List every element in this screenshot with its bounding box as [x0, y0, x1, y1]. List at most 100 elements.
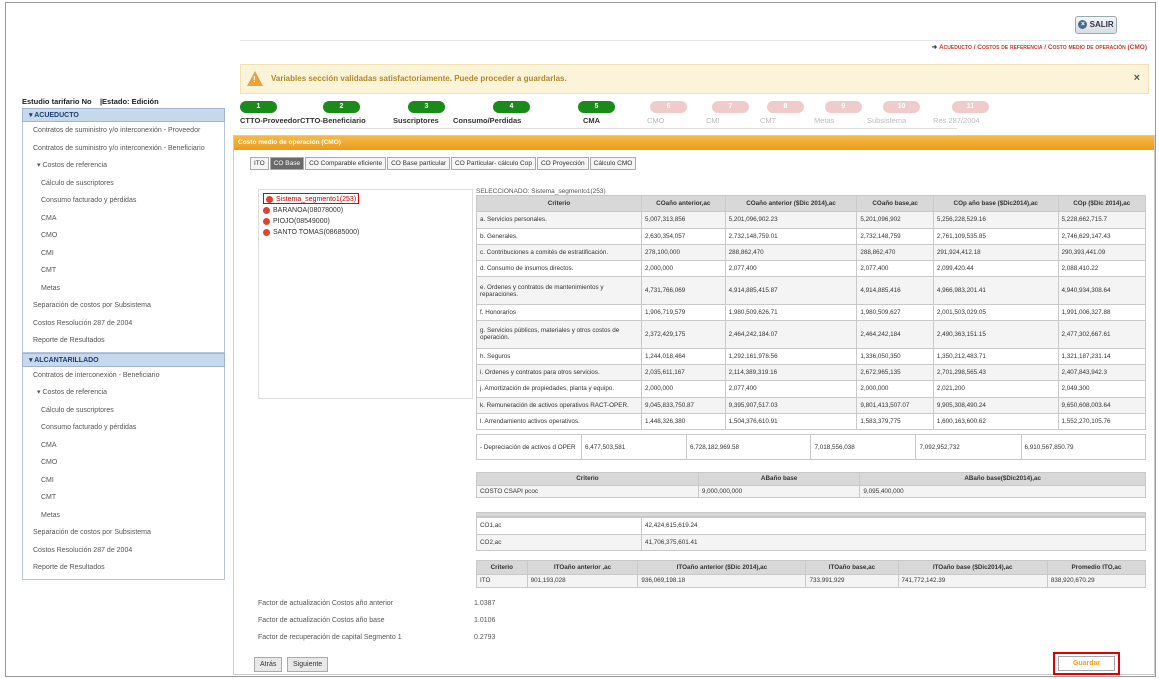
cell-value: 2,114,389,319.16 — [724, 363, 858, 382]
step-2-marker[interactable]: 2 — [323, 101, 360, 113]
sidebar-item-consumo-facturado-y-perdidas[interactable]: Consumo facturado y pérdidas — [23, 419, 224, 437]
table-row: CO1,ac 42,424,615,619.24 — [476, 517, 1146, 535]
table-header-row: Criterio ABaño base ABaño base($Dic2014),a… — [476, 472, 1146, 486]
sidebar-item-cmt[interactable]: CMT — [23, 489, 224, 507]
step-consumo-perdidas-label[interactable]: Consumo/Perdidas — [453, 116, 521, 125]
table-row: CO2,ac 41,706,375,601.41 — [476, 533, 1146, 551]
chevron-down-icon: ▾ — [29, 356, 33, 364]
sidebar-item-separacion-de-costos-por-subsistema[interactable]: Separación de costos por Subsistema — [23, 524, 224, 542]
row-criterio: k. Remuneración de activos operativos RA… — [476, 396, 642, 414]
tab-calculo-cmo[interactable]: Cálculo CMO — [589, 157, 637, 170]
cell-value: 2,761,109,535.85 — [932, 227, 1059, 245]
cell-value: 2,035,611,167 — [641, 363, 726, 382]
cell-value: 1,991,006,327.88 — [1057, 303, 1147, 322]
tree-node[interactable]: BARANOA(08078000) — [263, 205, 468, 216]
column-header: Promedio ITO,ac — [1046, 560, 1147, 575]
step-5-marker[interactable]: 5 — [578, 101, 615, 113]
step-suscriptores-label[interactable]: Suscriptores — [393, 116, 439, 125]
table-row: g. Servicios públicos, materiales y otro… — [476, 320, 1147, 349]
cell-value: 2,701,298,565.43 — [932, 363, 1059, 382]
cell-value: 741,772,142.39 — [897, 573, 1048, 588]
save-button[interactable]: Guardar — [1058, 656, 1115, 671]
cell-value: 1,244,018,464 — [641, 347, 726, 366]
sidebar-item-separacion-de-costos-por-subsistema[interactable]: Separación de costos por Subsistema — [23, 297, 224, 315]
depreciation-table: - Depreciación de activos d OPER 6,477,50… — [476, 434, 1146, 460]
cell-value: 1,552,270,105.76 — [1057, 412, 1147, 431]
tab-ito[interactable]: ITO — [250, 157, 269, 170]
sidebar-item-contratos-de-suministro-y-o-interconexion-proveedor[interactable]: Contratos de suministro y/o interconexió… — [23, 122, 224, 140]
tree-node[interactable]: Sistema_segmento1(253) — [263, 193, 360, 204]
ito-table: Criterio ITOaño anterior ,ac ITOaño anteri… — [476, 560, 1147, 588]
step-cma-label[interactable]: CMA — [583, 116, 600, 125]
ab-table: Criterio ABaño base ABaño base($Dic2014),a… — [476, 472, 1146, 498]
row-criterio: g. Servicios públicos, materiales y otro… — [476, 320, 642, 349]
factor-row: Factor de actualización Costos año base 1… — [258, 617, 608, 634]
tab-co-base[interactable]: CO Base — [269, 157, 305, 170]
sidebar-item-metas[interactable]: Metas — [23, 507, 224, 525]
cell-value: 2,732,148,759 — [856, 227, 934, 245]
exit-button[interactable]: × SALIR — [1075, 16, 1117, 34]
sidebar-item-costos-resolucion-287-de-2004[interactable]: Costos Resolución 287 de 2004 — [23, 542, 224, 560]
sidebar-item-contratos-de-suministro-y-o-interconexion-beneficiario[interactable]: Contratos de suministro y/o interconexió… — [23, 140, 224, 158]
table-row: - Depreciación de activos d OPER 6,477,50… — [476, 434, 1146, 460]
cell-value: 1,980,509,627 — [856, 303, 934, 322]
step-4-marker[interactable]: 4 — [493, 101, 530, 113]
sidebar-item-cma[interactable]: CMA — [23, 437, 224, 455]
sidebar-item-cmt[interactable]: CMT — [23, 262, 224, 280]
cell-value: 4,940,934,308.64 — [1057, 276, 1147, 305]
tree-node[interactable]: PIOJO(08549000) — [263, 216, 468, 227]
sidebar-item-costos-de-referencia[interactable]: ▾ Costos de referencia — [23, 384, 224, 402]
sidebar-item-cma[interactable]: CMA — [23, 210, 224, 228]
cell-value: 2,001,503,029.05 — [932, 303, 1059, 322]
tree-node[interactable]: SANTO TOMAS(08685000) — [263, 227, 468, 238]
step-6-marker: 6 — [650, 101, 687, 113]
cell-value: 9,095,400,000 — [859, 484, 1146, 498]
sidebar-item-calculo-de-suscriptores[interactable]: Cálculo de suscriptores — [23, 402, 224, 420]
back-button[interactable]: Atrás — [254, 657, 283, 672]
tab-co-proyeccion[interactable]: CO Proyección — [536, 157, 589, 170]
sidebar-item-cmi[interactable]: CMI — [23, 472, 224, 490]
tab-co-particular-calculo-cop[interactable]: CO Particular- cálculo Cop — [451, 157, 536, 170]
selected-label: SELECCIONADO: Sistema_segmento1(253) — [476, 188, 606, 195]
alert-close-icon[interactable]: × — [1134, 72, 1140, 84]
factor-label: Factor de recuperación de capital Segmen… — [258, 634, 402, 641]
step-11-marker: 11 — [952, 101, 989, 113]
sidebar-item-cmo[interactable]: CMO — [23, 227, 224, 245]
table-row: f. Honorarios 1,906,719,579 1,980,509,626.… — [476, 303, 1147, 322]
step-ctto-beneficiario-label[interactable]: CTTO-Beneficiario — [300, 116, 366, 125]
sidebar-section-acueducto[interactable]: ▾ ACUEDUCTO — [22, 108, 225, 122]
node-dot-icon — [263, 228, 270, 236]
cell-value: 4,966,983,201.41 — [932, 276, 1059, 305]
sidebar-item-reporte-de-resultados[interactable]: Reporte de Resultados — [23, 332, 224, 350]
next-button[interactable]: Siguiente — [287, 657, 329, 672]
row-criterio: i. Ordenes y contratos para otros servic… — [476, 363, 642, 382]
sidebar-item-consumo-facturado-y-perdidas[interactable]: Consumo facturado y pérdidas — [23, 192, 224, 210]
sidebar-item-reporte-de-resultados[interactable]: Reporte de Resultados — [23, 559, 224, 577]
sidebar-item-cmi[interactable]: CMI — [23, 245, 224, 263]
arrow-right-icon: ➜ — [931, 44, 938, 51]
column-header: ITOaño anterior ,ac — [526, 560, 639, 575]
step-ctto-proveedor-label[interactable]: CTTO-Proveedor — [240, 116, 300, 125]
step-1-marker[interactable]: 1 — [240, 101, 277, 113]
sidebar-item-cmo[interactable]: CMO — [23, 454, 224, 472]
sidebar-panel-acueducto: Contratos de suministro y/o interconexió… — [22, 122, 225, 353]
sidebar-item-calculo-de-suscriptores[interactable]: Cálculo de suscriptores — [23, 175, 224, 193]
co-base-table: Criterio COaño anterior,ac COaño anterior … — [476, 194, 1147, 431]
row-criterio: b. Generales. — [476, 227, 642, 245]
sidebar-item-metas[interactable]: Metas — [23, 280, 224, 298]
factor-row: Factor de actualización Costos año anter… — [258, 600, 608, 617]
column-header: COaño base,ac — [856, 194, 934, 213]
tab-co-base-particular[interactable]: CO Base particular — [387, 157, 450, 170]
sidebar-section-alcantarillado[interactable]: ▾ ALCANTARILLADO — [22, 352, 225, 367]
step-3-marker[interactable]: 3 — [408, 101, 445, 113]
sidebar-item-costos-de-referencia[interactable]: ▾ Costos de referencia — [23, 157, 224, 175]
column-header: ABaño base($Dic2014),ac — [859, 472, 1146, 486]
sidebar-item-contratos-de-interconexion-beneficiario[interactable]: Contratos de interconexión - Beneficiari… — [23, 367, 224, 385]
cell-value: 2,088,410.22 — [1057, 259, 1147, 278]
cell-value: 838,920,670.29 — [1046, 573, 1147, 588]
column-header: Criterio — [476, 472, 699, 486]
cell-value: 2,077,400 — [724, 259, 858, 278]
sidebar-item-costos-resolucion-287-de-2004[interactable]: Costos Resolución 287 de 2004 — [23, 315, 224, 333]
tab-co-comparable-eficiente[interactable]: CO Comparable eficiente — [305, 157, 387, 170]
cell-value: 9,650,608,003.64 — [1057, 396, 1147, 414]
